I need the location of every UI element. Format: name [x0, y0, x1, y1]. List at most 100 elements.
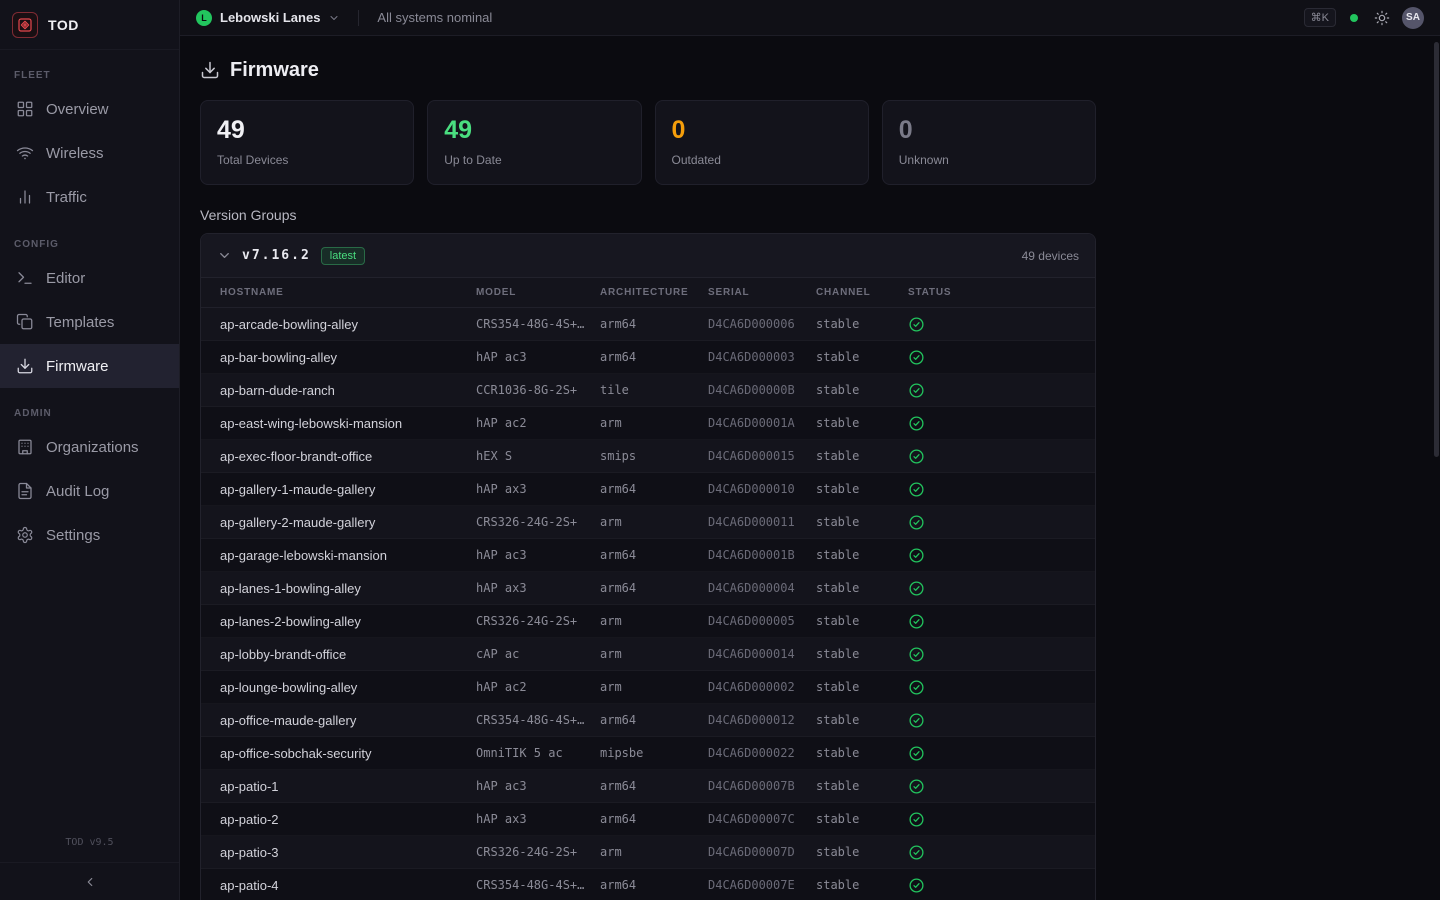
- status-ok-icon: [908, 415, 1095, 432]
- app-logo-icon: [12, 12, 38, 38]
- cell-channel: stable: [816, 581, 908, 595]
- cell-hostname: ap-patio-4: [220, 878, 476, 893]
- version-group-header[interactable]: v7.16.2 latest 49 devices: [201, 234, 1095, 278]
- cell-channel: stable: [816, 680, 908, 694]
- sidebar-item-templates[interactable]: Templates: [0, 300, 179, 344]
- table-row[interactable]: ap-lanes-2-bowling-alleyCRS326-24G-2S+ar…: [201, 605, 1095, 638]
- sidebar-item-audit-log[interactable]: Audit Log: [0, 469, 179, 513]
- cell-serial: D4CA6D000006: [708, 317, 816, 331]
- table-row[interactable]: ap-patio-1hAP ac3arm64D4CA6D00007Bstable: [201, 770, 1095, 803]
- cell-channel: stable: [816, 350, 908, 364]
- org-name: Lebowski Lanes: [220, 10, 320, 25]
- cell-channel: stable: [816, 647, 908, 661]
- table-row[interactable]: ap-exec-floor-brandt-officehEX SsmipsD4C…: [201, 440, 1095, 473]
- scrollbar[interactable]: [1434, 42, 1439, 457]
- status-ok-icon: [908, 712, 1095, 729]
- sidebar-item-overview[interactable]: Overview: [0, 87, 179, 131]
- cell-architecture: arm64: [600, 812, 708, 826]
- cell-architecture: arm: [600, 416, 708, 430]
- table-row[interactable]: ap-patio-3CRS326-24G-2S+armD4CA6D00007Ds…: [201, 836, 1095, 869]
- status-ok-icon: [908, 613, 1095, 630]
- cell-architecture: smips: [600, 449, 708, 463]
- status-ok-icon: [908, 679, 1095, 696]
- column-header-channel: CHANNEL: [816, 287, 908, 298]
- cell-serial: D4CA6D00001B: [708, 548, 816, 562]
- cell-channel: stable: [816, 317, 908, 331]
- table-row[interactable]: ap-barn-dude-ranchCCR1036-8G-2S+tileD4CA…: [201, 374, 1095, 407]
- version-label: v7.16.2: [242, 248, 311, 263]
- table-row[interactable]: ap-office-maude-galleryCRS354-48G-4S+…ar…: [201, 704, 1095, 737]
- app-logo: TOD: [0, 0, 179, 50]
- table-row[interactable]: ap-lounge-bowling-alleyhAP ac2armD4CA6D0…: [201, 671, 1095, 704]
- cell-model: CRS354-48G-4S+…: [476, 317, 600, 331]
- table-row[interactable]: ap-office-sobchak-securityOmniTIK 5 acmi…: [201, 737, 1095, 770]
- cell-channel: stable: [816, 614, 908, 628]
- cell-architecture: arm64: [600, 581, 708, 595]
- org-switcher[interactable]: L Lebowski Lanes: [196, 10, 340, 26]
- cell-channel: stable: [816, 812, 908, 826]
- stat-label: Up to Date: [444, 153, 624, 167]
- theme-toggle-button[interactable]: [1372, 8, 1392, 28]
- cell-channel: stable: [816, 449, 908, 463]
- cell-architecture: arm64: [600, 317, 708, 331]
- cell-hostname: ap-patio-2: [220, 812, 476, 827]
- table-row[interactable]: ap-arcade-bowling-alleyCRS354-48G-4S+…ar…: [201, 308, 1095, 341]
- cell-hostname: ap-patio-1: [220, 779, 476, 794]
- sidebar-item-label: Audit Log: [46, 483, 109, 500]
- cell-channel: stable: [816, 845, 908, 859]
- cell-serial: D4CA6D00000B: [708, 383, 816, 397]
- table-row[interactable]: ap-gallery-1-maude-galleryhAP ax3arm64D4…: [201, 473, 1095, 506]
- cell-serial: D4CA6D000010: [708, 482, 816, 496]
- cell-channel: stable: [816, 416, 908, 430]
- table-row[interactable]: ap-lobby-brandt-officecAP acarmD4CA6D000…: [201, 638, 1095, 671]
- cell-channel: stable: [816, 482, 908, 496]
- cell-architecture: arm: [600, 515, 708, 529]
- chevron-down-icon: [217, 248, 232, 263]
- stat-value: 49: [217, 116, 397, 145]
- sidebar-item-organizations[interactable]: Organizations: [0, 425, 179, 469]
- header-divider: [358, 10, 359, 26]
- sidebar-item-traffic[interactable]: Traffic: [0, 175, 179, 219]
- sidebar-item-label: Traffic: [46, 189, 87, 206]
- download-icon: [16, 357, 34, 375]
- table-row[interactable]: ap-patio-2hAP ax3arm64D4CA6D00007Cstable: [201, 803, 1095, 836]
- cell-model: CRS354-48G-4S+…: [476, 878, 600, 892]
- user-avatar[interactable]: SA: [1402, 7, 1424, 29]
- table-row[interactable]: ap-gallery-2-maude-galleryCRS326-24G-2S+…: [201, 506, 1095, 539]
- sidebar-item-settings[interactable]: Settings: [0, 513, 179, 557]
- bar-chart-icon: [16, 188, 34, 206]
- sidebar-collapse-button[interactable]: [0, 862, 179, 900]
- cell-serial: D4CA6D00007E: [708, 878, 816, 892]
- table-row[interactable]: ap-lanes-1-bowling-alleyhAP ax3arm64D4CA…: [201, 572, 1095, 605]
- stat-value: 0: [899, 116, 1079, 145]
- status-ok-icon: [908, 811, 1095, 828]
- status-ok-icon: [908, 547, 1095, 564]
- cell-model: CRS326-24G-2S+: [476, 515, 600, 529]
- table-row[interactable]: ap-east-wing-lebowski-mansionhAP ac2armD…: [201, 407, 1095, 440]
- cell-model: hAP ac3: [476, 779, 600, 793]
- app-version: TOD v9.5: [0, 837, 179, 848]
- cell-architecture: arm: [600, 845, 708, 859]
- table-row[interactable]: ap-patio-4CRS354-48G-4S+…arm64D4CA6D0000…: [201, 869, 1095, 900]
- cell-model: hAP ac3: [476, 548, 600, 562]
- column-header-hostname: HOSTNAME: [220, 287, 476, 298]
- app-name: TOD: [48, 17, 79, 33]
- table-row[interactable]: ap-garage-lebowski-mansionhAP ac3arm64D4…: [201, 539, 1095, 572]
- cell-hostname: ap-patio-3: [220, 845, 476, 860]
- cell-serial: D4CA6D000014: [708, 647, 816, 661]
- table-row[interactable]: ap-bar-bowling-alleyhAP ac3arm64D4CA6D00…: [201, 341, 1095, 374]
- cell-serial: D4CA6D000003: [708, 350, 816, 364]
- status-ok-icon: [908, 481, 1095, 498]
- nav-section-label-fleet: FLEET: [14, 70, 165, 81]
- command-palette-shortcut[interactable]: ⌘K: [1304, 8, 1336, 27]
- stat-card-up-to-date: 49 Up to Date: [427, 100, 641, 185]
- sidebar-item-wireless[interactable]: Wireless: [0, 131, 179, 175]
- sidebar: TOD FLEET Overview Wireless Traffic CONF…: [0, 0, 180, 900]
- cell-model: cAP ac: [476, 647, 600, 661]
- sidebar-item-firmware[interactable]: Firmware: [0, 344, 179, 388]
- sidebar-item-editor[interactable]: Editor: [0, 256, 179, 300]
- stat-label: Total Devices: [217, 153, 397, 167]
- cell-serial: D4CA6D000012: [708, 713, 816, 727]
- sidebar-item-label: Organizations: [46, 439, 139, 456]
- building-icon: [16, 438, 34, 456]
